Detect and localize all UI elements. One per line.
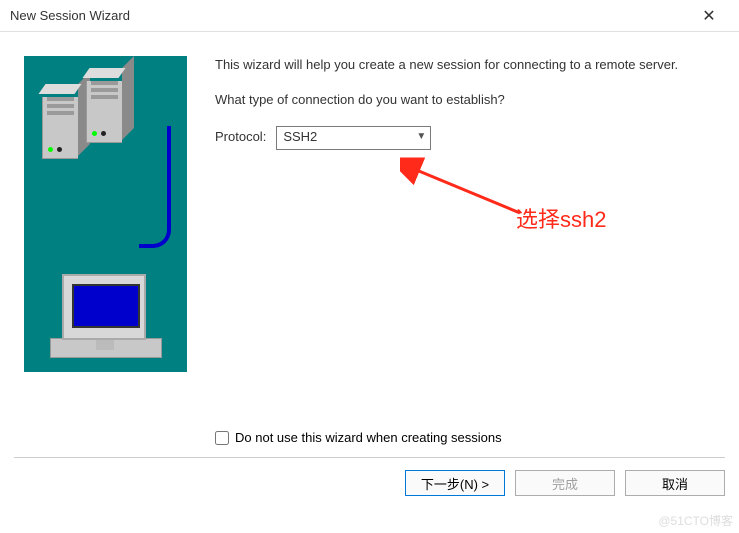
wizard-question-text: What type of connection do you want to e… xyxy=(215,91,715,110)
close-icon: ✕ xyxy=(702,6,715,26)
chevron-down-icon: ▼ xyxy=(416,130,426,145)
protocol-select[interactable]: SSH2 ▼ xyxy=(276,126,431,150)
close-button[interactable]: ✕ xyxy=(689,4,729,28)
watermark-text: @51CTO博客 xyxy=(658,512,733,529)
monitor-stand-icon xyxy=(96,340,114,350)
screen-icon xyxy=(72,284,140,328)
next-button[interactable]: 下一步(N) > xyxy=(405,470,505,496)
protocol-label: Protocol: xyxy=(215,128,266,147)
button-bar: 下一步(N) > 完成 取消 xyxy=(0,458,739,496)
cancel-button[interactable]: 取消 xyxy=(625,470,725,496)
server-icon xyxy=(42,84,78,156)
skip-wizard-checkbox[interactable] xyxy=(215,431,229,445)
skip-wizard-row: Do not use this wizard when creating ses… xyxy=(215,430,739,445)
skip-wizard-label: Do not use this wizard when creating ses… xyxy=(235,430,502,445)
content-area: This wizard will help you create a new s… xyxy=(0,32,739,372)
server-icon xyxy=(86,68,122,140)
wizard-body: This wizard will help you create a new s… xyxy=(215,56,715,372)
wizard-image xyxy=(24,56,187,372)
cable-icon xyxy=(139,126,171,248)
window-title: New Session Wizard xyxy=(10,8,130,23)
wizard-intro-text: This wizard will help you create a new s… xyxy=(215,56,715,75)
finish-button[interactable]: 完成 xyxy=(515,470,615,496)
monitor-icon xyxy=(62,274,146,340)
protocol-row: Protocol: SSH2 ▼ xyxy=(215,126,715,150)
titlebar: New Session Wizard ✕ xyxy=(0,0,739,32)
protocol-value: SSH2 xyxy=(283,128,317,147)
